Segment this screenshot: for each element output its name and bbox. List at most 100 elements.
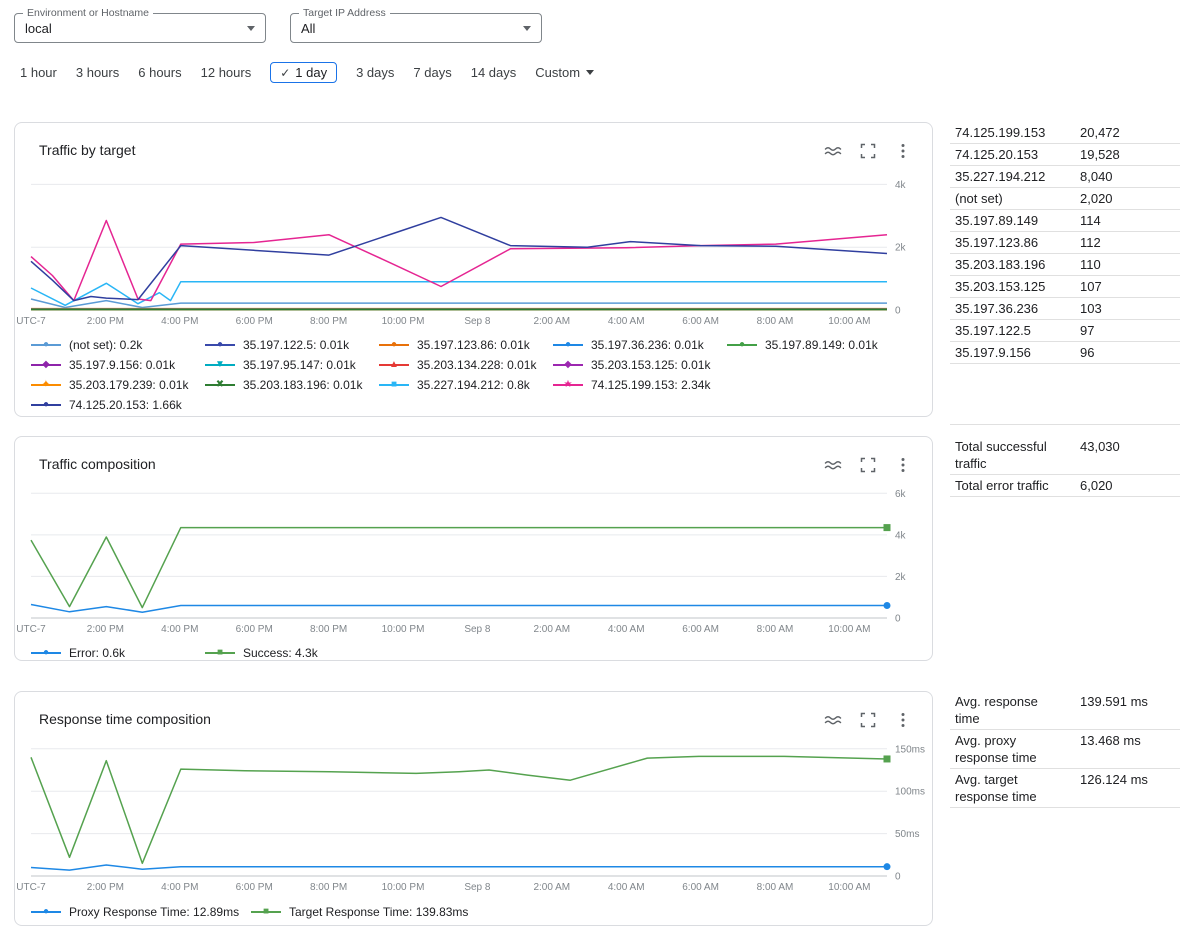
time-range-bar: 1 hour 3 hours 6 hours 12 hours ✓1 day 3 days… [20,62,594,83]
svg-text:8:00 PM: 8:00 PM [310,882,347,893]
time-range-3-hours[interactable]: 3 hours [76,65,119,80]
card-actions [824,711,912,729]
compare-icon[interactable] [824,142,842,160]
row-label: 35.227.194.212 [955,168,1059,185]
svg-text:2k: 2k [895,243,907,254]
legend-item-35-197-122-5[interactable]: ●35.197.122.5: 0.01k [205,338,379,352]
compare-icon[interactable] [824,456,842,474]
svg-text:8:00 PM: 8:00 PM [310,624,347,635]
series-marker-icon: ● [31,399,61,411]
legend-label: 35.203.179.239: 0.01k [69,378,188,392]
response-time-composition-card: Response time composition 050ms100ms150m… [14,691,933,926]
table-row: (not set)2,020 [950,188,1180,210]
table-row: Avg. proxy response time13.468 ms [950,730,1180,769]
fullscreen-icon[interactable] [859,142,877,160]
svg-text:6:00 AM: 6:00 AM [682,316,719,327]
traffic-composition-legend: ●Error: 0.6k■Success: 4.3k [31,643,924,663]
legend-item-35-203-183-196[interactable]: ✖35.203.183.196: 0.01k [205,378,379,392]
legend-item-35-203-179-239[interactable]: ✦ 35.203.179.239: 0.01k [31,378,205,392]
time-range-3-days[interactable]: 3 days [356,65,394,80]
series-marker-icon: ● [553,339,583,351]
legend-item-error[interactable]: ●Error: 0.6k [31,646,205,660]
svg-text:150ms: 150ms [895,744,925,755]
compare-icon[interactable] [824,711,842,729]
dropdown-arrow-icon [247,26,255,31]
traffic-composition-chart[interactable]: 02k4k6kUTC-72:00 PM4:00 PM6:00 PM8:00 PM… [15,477,934,643]
svg-text:2:00 AM: 2:00 AM [533,624,570,635]
row-value: 2,020 [1080,190,1113,207]
more-options-icon[interactable] [894,711,912,729]
time-range-7-days[interactable]: 7 days [413,65,451,80]
traffic-by-target-card: Traffic by target 02k4kUTC-72:00 PM4:00 … [14,122,933,417]
legend-item-35-197-123-86[interactable]: ●35.197.123.86: 0.01k [379,338,553,352]
legend-item-35-203-134-228[interactable]: ▲35.203.134.228: 0.01k [379,358,553,372]
time-range-1-hour[interactable]: 1 hour [20,65,57,80]
dropdown-arrow-icon [586,70,594,75]
svg-text:6k: 6k [895,489,907,500]
more-options-icon[interactable] [894,456,912,474]
series-marker-icon: ● [727,339,757,351]
fullscreen-icon[interactable] [859,711,877,729]
legend-item-success[interactable]: ■Success: 4.3k [205,646,379,660]
legend-item-74-125-199-153[interactable]: ★74.125.199.153: 2.34k [553,378,727,392]
svg-text:UTC-7: UTC-7 [16,882,46,893]
row-value: 112 [1080,234,1101,251]
environment-select-label: Environment or Hostname [23,7,153,19]
response-time-composition-chart[interactable]: 050ms100ms150msUTC-72:00 PM4:00 PM6:00 P… [15,734,934,902]
svg-text:Sep 8: Sep 8 [464,882,491,893]
legend-item-35-197-36-236[interactable]: ●35.197.36.236: 0.01k [553,338,727,352]
table-row: 74.125.199.15320,472 [950,122,1180,144]
legend-label: 35.197.9.156: 0.01k [69,358,175,372]
target-ip-select[interactable]: Target IP Address All [290,13,542,43]
svg-text:4:00 PM: 4:00 PM [161,624,198,635]
legend-item-35-197-9-156[interactable]: ◆35.197.9.156: 0.01k [31,358,205,372]
svg-text:UTC-7: UTC-7 [16,624,46,635]
legend-item-74-125-20-153[interactable]: ●74.125.20.153: 1.66k [31,398,205,412]
time-range-14-days[interactable]: 14 days [471,65,517,80]
row-label: Avg. proxy response time [955,732,1059,766]
traffic-totals-table: Total successful traffic43,030Total erro… [950,436,1180,497]
row-label: Avg. response time [955,693,1059,727]
legend-item-target-response-time[interactable]: ■Target Response Time: 139.83ms [251,905,471,919]
svg-text:8:00 AM: 8:00 AM [757,882,794,893]
svg-text:4:00 PM: 4:00 PM [161,882,198,893]
legend-label: 35.203.153.125: 0.01k [591,358,710,372]
svg-text:0: 0 [895,872,901,883]
table-row: 35.197.36.236103 [950,298,1180,320]
card-header: Traffic by target [15,123,932,160]
legend-item-35-197-95-147[interactable]: ▼35.197.95.147: 0.01k [205,358,379,372]
svg-text:2:00 PM: 2:00 PM [87,882,124,893]
traffic-composition-card: Traffic composition 02k4k6kUTC-72:00 PM4… [14,436,933,661]
traffic-by-target-table: 74.125.199.15320,47274.125.20.15319,5283… [950,122,1180,425]
svg-text:8:00 AM: 8:00 AM [757,316,794,327]
card-title: Response time composition [39,711,824,727]
more-options-icon[interactable] [894,142,912,160]
svg-text:6:00 AM: 6:00 AM [682,882,719,893]
legend-item-35-203-153-125[interactable]: ◆35.203.153.125: 0.01k [553,358,727,372]
environment-select[interactable]: Environment or Hostname local [14,13,266,43]
row-label: 35.197.89.149 [955,212,1059,229]
fullscreen-icon[interactable] [859,456,877,474]
row-value: 107 [1080,278,1102,295]
svg-text:8:00 PM: 8:00 PM [310,316,347,327]
time-range-6-hours[interactable]: 6 hours [138,65,181,80]
svg-text:6:00 PM: 6:00 PM [236,882,273,893]
card-header: Response time composition [15,692,932,729]
table-row: Total error traffic6,020 [950,475,1180,497]
legend-label: Success: 4.3k [243,646,318,660]
legend-label: 35.197.89.149: 0.01k [765,338,878,352]
time-range-custom[interactable]: Custom [535,65,594,80]
row-value: 43,030 [1080,438,1120,455]
legend-item-35-197-89-149[interactable]: ● 35.197.89.149: 0.01k [727,338,901,352]
legend-item-proxy-response-time[interactable]: ●Proxy Response Time: 12.89ms [31,905,251,919]
series-marker-icon: ▲ [379,359,409,371]
traffic-by-target-chart[interactable]: 02k4kUTC-72:00 PM4:00 PM6:00 PM8:00 PM10… [15,167,934,335]
series-marker-icon: ✦ [31,379,61,391]
legend-item--not-set-[interactable]: ●(not set): 0.2k [31,338,205,352]
time-range-12-hours[interactable]: 12 hours [201,65,252,80]
time-range-1-day[interactable]: ✓1 day [270,62,337,83]
legend-item-35-227-194-212[interactable]: ■35.227.194.212: 0.8k [379,378,553,392]
row-value: 20,472 [1080,124,1120,141]
series-marker-icon: ● [31,339,61,351]
row-value: 6,020 [1080,477,1113,494]
